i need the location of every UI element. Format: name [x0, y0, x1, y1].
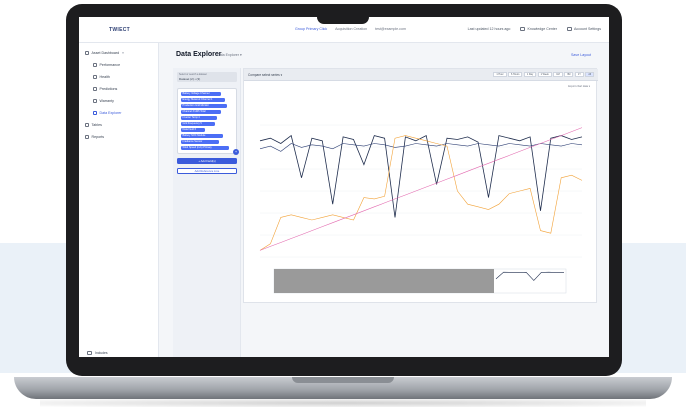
- dataset-select-value: Dataset (2) • (3): [179, 77, 201, 81]
- sidebar-item-data-explorer[interactable]: Data Explorer: [93, 111, 121, 115]
- top-link-group[interactable]: Group Primary Click: [295, 27, 327, 31]
- sidebar-item-label: Health: [99, 75, 110, 79]
- account-settings-link[interactable]: Account Settings: [567, 27, 601, 31]
- sidebar-item-label: Reports: [91, 135, 105, 139]
- top-link-acquisition[interactable]: Acquisition Creation: [335, 27, 367, 31]
- field-tag-box[interactable]: Battery Voltage Channel Energy Metered C…: [177, 88, 239, 155]
- chart-toolbar: Compare select series ▾ 1 Hour 6 Hours 1 D…: [244, 69, 598, 81]
- range-button[interactable]: 1 Hour: [493, 72, 507, 77]
- series-line: [259, 127, 583, 251]
- range-button[interactable]: 1 Day: [523, 72, 537, 77]
- field-tag[interactable]: Battery SOC Module: [181, 134, 223, 139]
- sidebar-item-label: Asset Dashboard: [91, 51, 120, 55]
- top-link-email[interactable]: test@example.com: [375, 27, 406, 31]
- field-tag[interactable]: Wind Speed (m/s) Primary: [181, 146, 229, 151]
- dataset-select-label: Select or search a dataset: [179, 73, 207, 76]
- line-chart[interactable]: [244, 81, 598, 304]
- range-button[interactable]: 1Y: [574, 72, 584, 77]
- sidebar-item-warranty[interactable]: Warranty: [93, 99, 114, 103]
- sidebar-item-reports[interactable]: Reports: [85, 135, 104, 139]
- field-tag[interactable]: Production Grid Monitor: [181, 104, 227, 109]
- field-tag[interactable]: Data Field 6: [181, 128, 205, 133]
- account-settings-label: Account Settings: [574, 27, 601, 31]
- page-title: Data Explorer: [176, 51, 222, 58]
- sidebar-item-label: Predictions: [99, 87, 118, 91]
- knowledge-center-label: Knowledge Center: [527, 27, 558, 31]
- page-subtitle[interactable]: Data Explorer ▾: [217, 53, 242, 57]
- field-tag[interactable]: Grid Frequency 5: [181, 122, 215, 127]
- last-updated-status: Last updated 12 hours ago: [468, 27, 511, 31]
- dashboard-icon: [85, 51, 89, 55]
- chart-card: Compare select series ▾ 1 Hour 6 Hours 1 D…: [243, 68, 598, 304]
- sidebar-item-asset-dashboard[interactable]: Asset Dashboard ▾: [85, 51, 124, 55]
- info-icon: [87, 351, 92, 355]
- field-tag[interactable]: Irradiance Sensor: [181, 140, 219, 145]
- performance-icon: [93, 63, 97, 67]
- page-subtitle-label: Data Explorer: [217, 53, 239, 57]
- sidebar-item-predictions[interactable]: Predictions: [93, 87, 117, 91]
- dataset-select[interactable]: Select or search a dataset Dataset (2) •…: [177, 72, 237, 82]
- save-layout-link[interactable]: Save Layout: [571, 53, 591, 57]
- sidebar-item-tables[interactable]: Tables: [85, 123, 102, 127]
- sidebar-item-label: Tables: [91, 123, 102, 127]
- range-button[interactable]: 6 Hours: [508, 72, 523, 77]
- chevron-down-icon: ▾: [122, 51, 124, 55]
- top-links: Group Primary Click Acquisition Creation…: [295, 27, 406, 31]
- add-tag-icon[interactable]: +: [233, 149, 239, 155]
- health-icon: [93, 75, 97, 79]
- sidebar-footer[interactable]: Includes: [87, 351, 108, 355]
- report-icon: [85, 135, 89, 139]
- range-buttons: 1 Hour 6 Hours 1 Day 1 Week 1M 3M 1Y All: [493, 72, 594, 77]
- sidebar-footer-label: Includes: [95, 351, 108, 355]
- range-button[interactable]: 1M: [553, 72, 563, 77]
- laptop-groove: [292, 377, 394, 383]
- sidebar-item-label: Warranty: [99, 99, 114, 103]
- laptop-shadow: [40, 399, 646, 407]
- last-updated-label: Last updated 12 hours ago: [467, 27, 511, 31]
- navigator-mask: [274, 269, 494, 293]
- book-icon: [520, 27, 526, 31]
- sidebar: Asset Dashboard ▾ Performance Health Pred…: [79, 43, 159, 357]
- field-tag[interactable]: Channel 3 kWh Total: [181, 110, 221, 115]
- add-reference-line-button[interactable]: Add Reference Line: [177, 168, 237, 174]
- add-field-button[interactable]: + Add Field(s): [177, 158, 237, 164]
- filter-panel: Select or search a dataset Dataset (2) •…: [173, 68, 241, 357]
- sidebar-item-performance[interactable]: Performance: [93, 63, 120, 67]
- camera-notch: [317, 10, 369, 24]
- predictions-icon: [93, 87, 97, 91]
- top-right-menu: Last updated 12 hours ago Knowledge Cent…: [468, 27, 601, 31]
- app-screen: TWIECT Group Primary Click Acquisition C…: [79, 17, 609, 357]
- range-button[interactable]: 1 Week: [537, 72, 552, 77]
- table-icon: [85, 123, 89, 127]
- explorer-icon: [93, 111, 97, 115]
- user-icon: [567, 27, 573, 31]
- warranty-icon: [93, 99, 97, 103]
- range-button[interactable]: All: [585, 72, 594, 77]
- range-button[interactable]: 3M: [564, 72, 574, 77]
- sidebar-item-label: Data Explorer: [99, 111, 122, 115]
- series-line: [259, 143, 583, 152]
- app-logo[interactable]: TWIECT: [109, 27, 130, 33]
- series-line: [259, 134, 583, 218]
- field-tag[interactable]: Inverter Temp 4: [181, 116, 217, 121]
- series-selector[interactable]: Compare select series ▾: [248, 73, 282, 77]
- sidebar-item-health[interactable]: Health: [93, 75, 110, 79]
- field-tag[interactable]: Battery Voltage Channel: [181, 92, 221, 97]
- laptop-scene: TWIECT Group Primary Click Acquisition C…: [0, 0, 686, 418]
- field-tag[interactable]: Energy Metered Channel 1: [181, 98, 225, 103]
- knowledge-center-link[interactable]: Knowledge Center: [520, 27, 557, 31]
- sidebar-item-label: Performance: [99, 63, 121, 67]
